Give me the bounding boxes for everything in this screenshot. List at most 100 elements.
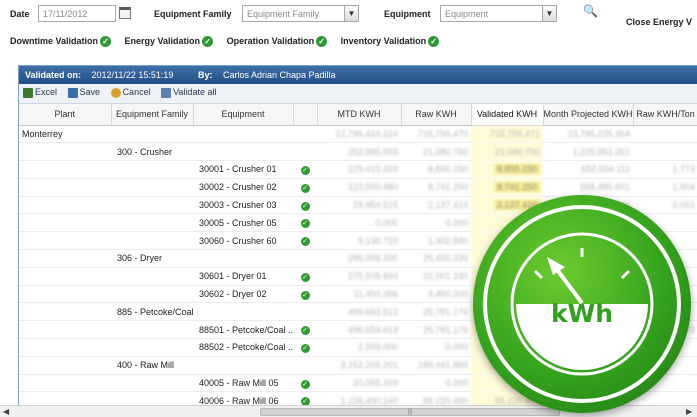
check-icon: ✓	[300, 201, 310, 211]
validated-by-label: By:	[197, 70, 213, 80]
cell-raw-kwh: 8,741.250	[401, 178, 471, 197]
cell-raw-kwh: 0.000	[401, 213, 471, 233]
cell-status: ✓	[293, 267, 317, 286]
cell-equipment-family: 400 - Raw Mill	[111, 356, 193, 375]
cell-status: ✓	[293, 320, 317, 340]
scroll-left-icon[interactable]: ◀	[3, 407, 9, 416]
cell-plant	[19, 285, 111, 304]
cell-month-projected-kwh: 652,554.111	[543, 160, 633, 179]
cell-mtd-kwh: 3,152,265.201	[317, 356, 401, 375]
cell-equipment-family: 885 - Petcoke/Coal ...	[111, 302, 193, 322]
column-header-month-projected-kwh[interactable]: Month Projected KWH	[543, 104, 634, 126]
cell-equipment	[193, 302, 293, 322]
cell-raw-kwh: 25,450.330	[401, 249, 471, 268]
inventory-validation[interactable]: Inventory Validation ✓	[341, 36, 440, 48]
date-label: Date	[10, 9, 30, 19]
cell-raw-kwh-ton	[633, 125, 697, 144]
search-icon[interactable]: 🔍	[583, 4, 598, 18]
date-input[interactable]: 17/11/2012	[38, 5, 116, 22]
column-header-equipment[interactable]: Equipment	[193, 104, 294, 126]
table-row[interactable]: 30002 - Crusher 02 ✓ 123,550.480 8,741.250 8…	[19, 178, 697, 197]
column-header-plant[interactable]: Plant	[19, 104, 112, 126]
chevron-down-icon[interactable]: ▼	[542, 5, 557, 22]
cell-mtd-kwh: 2,559.000	[317, 338, 401, 357]
cell-validated-kwh[interactable]: 715,755.471	[471, 125, 543, 144]
cell-status	[293, 142, 317, 162]
cell-month-projected-kwh: 558,485.601	[543, 178, 633, 197]
cell-plant: Monterrey	[19, 125, 111, 144]
equipment-family-select[interactable]: Equipment Family	[242, 5, 346, 22]
cell-equipment: 30005 - Crusher 05	[193, 213, 293, 233]
cell-raw-kwh: 715,755.470	[401, 125, 471, 144]
validate-all-button[interactable]: Validate all	[161, 87, 216, 98]
cell-raw-kwh: 189,441.860	[401, 356, 471, 375]
cell-mtd-kwh: 20,055.209	[317, 374, 401, 393]
cell-equipment-family	[111, 231, 193, 251]
cell-equipment: 30003 - Crusher 03	[193, 196, 293, 215]
close-energy-button[interactable]: Close Energy V	[626, 17, 692, 27]
cell-status	[293, 356, 317, 375]
calendar-icon[interactable]	[119, 7, 131, 19]
filter-bar: Date 17/11/2012 Equipment Family Equipme…	[0, 0, 697, 30]
cell-plant	[19, 302, 111, 322]
cell-equipment-family	[111, 320, 193, 340]
cell-equipment-family	[111, 213, 193, 233]
cell-equipment	[193, 142, 293, 162]
cell-raw-kwh: 25,781.176	[401, 320, 471, 340]
cell-raw-kwh: 3,450.200	[401, 285, 471, 304]
cell-plant	[19, 356, 111, 375]
cell-status: ✓	[293, 160, 317, 179]
cell-equipment	[193, 356, 293, 375]
energy-validation[interactable]: Energy Validation ✓	[125, 36, 214, 48]
cell-plant	[19, 142, 111, 162]
check-icon: ✓	[202, 36, 214, 48]
cell-validated-kwh[interactable]: 8,855.150	[471, 160, 543, 179]
cell-equipment: 40005 - Raw Mill 05	[193, 374, 293, 393]
cell-mtd-kwh: 29,954.515	[317, 196, 401, 215]
cell-month-projected-kwh: 1,220,953.261	[543, 142, 633, 162]
column-header-mtd-kwh[interactable]: MTD KWH	[317, 104, 402, 126]
check-icon: ✓	[300, 183, 310, 193]
cell-equipment	[193, 249, 293, 268]
table-row[interactable]: Monterrey 12,795,424.224 715,755.470 715,75…	[19, 125, 697, 144]
cell-plant	[19, 267, 111, 286]
cell-status: ✓	[293, 178, 317, 197]
cell-plant	[19, 320, 111, 340]
check-icon: ✓	[316, 36, 328, 48]
cell-mtd-kwh: 12,795,424.224	[317, 125, 401, 144]
excel-button[interactable]: Excel	[23, 87, 57, 98]
cell-validated-kwh[interactable]: 21,080.750	[471, 142, 543, 162]
operation-validation[interactable]: Operation Validation ✓	[227, 36, 328, 48]
cell-plant	[19, 338, 111, 357]
cell-plant	[19, 178, 111, 197]
column-header-raw-kwh-ton[interactable]: Raw KWH/Ton	[633, 104, 697, 126]
cell-equipment-family	[111, 160, 193, 179]
cell-equipment: 30002 - Crusher 02	[193, 178, 293, 197]
cell-equipment-family: 300 - Crusher	[111, 142, 193, 162]
cell-equipment-family	[111, 338, 193, 357]
cell-equipment-family	[111, 178, 193, 197]
column-header-equipment-family[interactable]: Equipment Family	[111, 104, 194, 126]
save-icon	[67, 87, 78, 98]
downtime-validation[interactable]: Downtime Validation ✓	[10, 36, 112, 48]
save-button[interactable]: Save	[67, 87, 100, 98]
chevron-down-icon[interactable]: ▼	[344, 5, 359, 22]
check-icon: ✓	[300, 219, 310, 229]
column-header-validated-kwh[interactable]: Validated KWH	[471, 104, 544, 126]
equipment-select[interactable]: Equipment	[440, 5, 544, 22]
table-row[interactable]: 30001 - Crusher 01 ✓ 229,415.203 8,855.150 8…	[19, 160, 697, 179]
cell-status	[293, 302, 317, 322]
cell-equipment-family	[111, 125, 193, 144]
table-row[interactable]: 300 - Crusher 252,895.903 21,080.750 21,080…	[19, 142, 697, 162]
cell-raw-kwh: 0.000	[401, 374, 471, 393]
cell-raw-kwh-ton	[633, 142, 697, 162]
cell-equipment: 88501 - Petcoke/Coal ...	[193, 320, 293, 340]
cancel-button[interactable]: Cancel	[110, 87, 151, 98]
cell-validated-kwh[interactable]: 8,741.250	[471, 178, 543, 197]
cell-equipment-family	[111, 267, 193, 286]
column-header-raw-kwh[interactable]: Raw KWH	[401, 104, 472, 126]
check-icon: ✓	[428, 36, 440, 48]
cell-mtd-kwh: 9,136.720	[317, 231, 401, 251]
cell-raw-kwh-ton: 1.773	[633, 160, 697, 179]
check-icon: ✓	[300, 237, 310, 247]
